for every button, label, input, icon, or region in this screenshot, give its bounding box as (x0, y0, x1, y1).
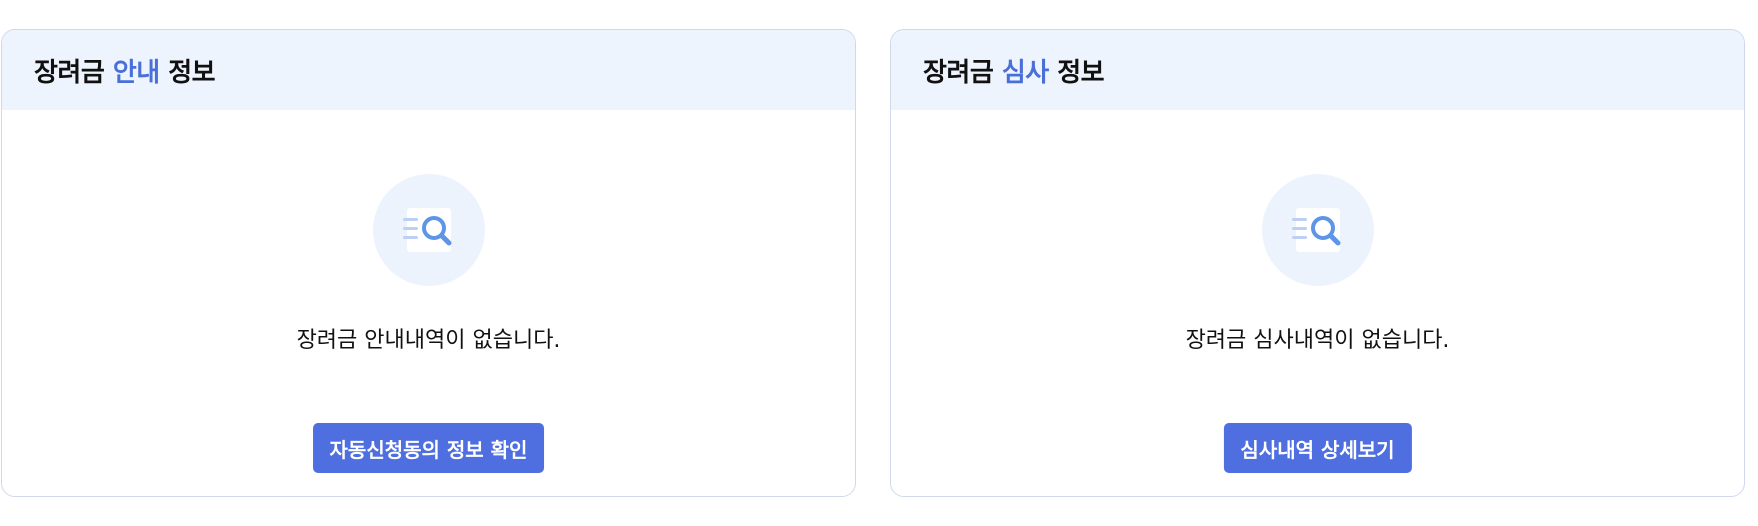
card-header: 장려금 안내 정보 (2, 30, 855, 110)
card-header: 장려금 심사 정보 (891, 30, 1744, 110)
title-suffix: 정보 (159, 57, 216, 88)
title-prefix: 장려금 (923, 57, 1002, 88)
card-body: 장려금 심사내역이 없습니다. 심사내역 상세보기 (891, 110, 1744, 496)
title-accent: 심사 (1001, 57, 1049, 88)
card-title: 장려금 안내 정보 (34, 52, 216, 89)
card-body: 장려금 안내내역이 없습니다. 자동신청동의 정보 확인 (2, 110, 855, 496)
auto-apply-consent-button[interactable]: 자동신청동의 정보 확인 (312, 423, 545, 473)
incentive-guide-card: 장려금 안내 정보 장려금 안내내역이 없습니다. 자동신청동의 정보 확인 (1, 29, 856, 497)
review-details-button[interactable]: 심사내역 상세보기 (1223, 423, 1412, 473)
title-suffix: 정보 (1048, 57, 1105, 88)
title-prefix: 장려금 (34, 57, 113, 88)
incentive-review-card: 장려금 심사 정보 장려금 심사내역이 없습니다. 심사내역 상세보기 (890, 29, 1745, 497)
empty-message: 장려금 심사내역이 없습니다. (1185, 328, 1450, 353)
document-search-icon (1261, 174, 1374, 286)
card-title: 장려금 심사 정보 (923, 52, 1105, 89)
document-search-icon (372, 174, 485, 286)
title-accent: 안내 (112, 57, 160, 88)
empty-message: 장려금 안내내역이 없습니다. (296, 328, 561, 353)
